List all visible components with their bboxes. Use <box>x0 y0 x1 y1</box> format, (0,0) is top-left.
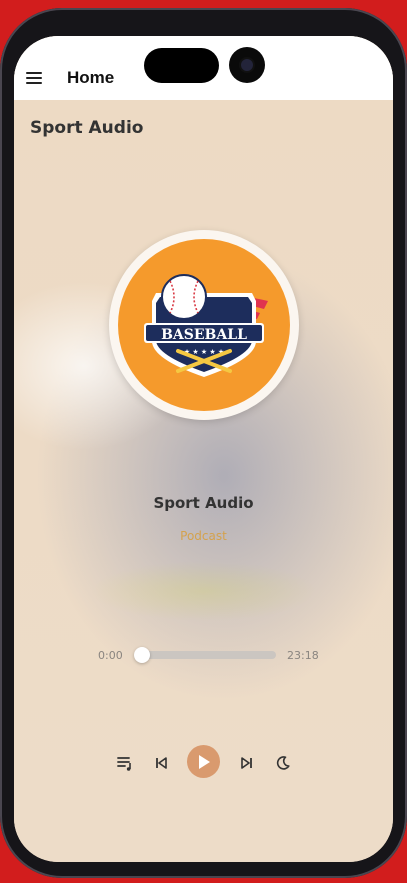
moon-icon[interactable] <box>271 751 295 775</box>
playlist-icon[interactable] <box>113 751 137 775</box>
app-screen: Home Sport Audio BASEBALL ★ ★ ★ ★ ★ Spor… <box>14 36 393 862</box>
hamburger-menu-icon[interactable] <box>26 72 42 84</box>
dynamic-island <box>144 48 219 83</box>
play-icon <box>198 754 210 769</box>
track-subtitle: Podcast <box>180 529 227 543</box>
seek-slider[interactable] <box>134 647 276 663</box>
blurred-background <box>14 36 393 862</box>
logo-text: BASEBALL <box>161 327 247 343</box>
app-bar: Home <box>14 36 393 100</box>
section-title: Sport Audio <box>30 118 144 138</box>
skip-next-icon[interactable] <box>235 751 259 775</box>
slider-thumb[interactable] <box>134 647 150 663</box>
play-button[interactable] <box>187 745 220 778</box>
slider-track <box>134 651 276 659</box>
baseball-logo: BASEBALL ★ ★ ★ ★ ★ <box>118 239 290 411</box>
page-title: Home <box>67 68 115 87</box>
current-time: 0:00 <box>98 649 123 662</box>
album-cover: BASEBALL ★ ★ ★ ★ ★ <box>109 230 299 420</box>
skip-previous-icon[interactable] <box>149 751 173 775</box>
phone-frame: Home Sport Audio BASEBALL ★ ★ ★ ★ ★ Spor… <box>0 8 407 878</box>
camera-lens <box>229 47 265 83</box>
total-time: 23:18 <box>287 649 319 662</box>
track-title: Sport Audio <box>153 494 254 512</box>
